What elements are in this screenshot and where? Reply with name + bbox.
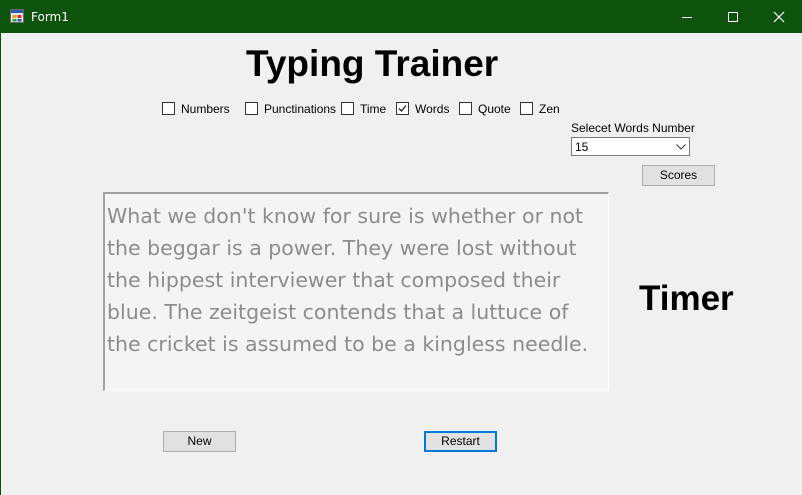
checkbox-box[interactable] bbox=[396, 102, 409, 115]
checkbox-label: Punctinations bbox=[264, 102, 337, 116]
checkbox-label: Quote bbox=[478, 102, 511, 116]
checkmark-icon bbox=[398, 105, 407, 112]
checkbox-box[interactable] bbox=[341, 102, 354, 115]
window-title: Form1 bbox=[31, 10, 69, 24]
chevron-down-icon bbox=[676, 144, 686, 150]
maximize-button[interactable] bbox=[710, 0, 756, 33]
restart-button[interactable]: Restart bbox=[424, 431, 497, 452]
word-count-label: Selecet Words Number bbox=[571, 121, 695, 135]
checkbox-label: Time bbox=[360, 102, 387, 116]
word-count-select[interactable]: 15 bbox=[571, 137, 690, 156]
minimize-button[interactable] bbox=[664, 0, 710, 33]
typing-text: What we don't know for sure is whether o… bbox=[107, 204, 589, 356]
page-title: Typing Trainer bbox=[246, 43, 499, 84]
word-count-value: 15 bbox=[575, 140, 589, 154]
checkbox-label: Numbers bbox=[181, 102, 230, 116]
typing-text-area[interactable]: What we don't know for sure is whether o… bbox=[103, 192, 609, 391]
scores-button[interactable]: Scores bbox=[642, 165, 715, 186]
close-icon bbox=[773, 11, 785, 23]
main-window: Form1 Typing Trainer Numbers Punctinatio… bbox=[0, 0, 802, 495]
checkbox-box[interactable] bbox=[520, 102, 533, 115]
maximize-icon bbox=[728, 12, 738, 22]
title-bar[interactable]: Form1 bbox=[0, 0, 802, 33]
window-left-edge bbox=[0, 0, 1, 495]
checkbox-label: Words bbox=[415, 102, 450, 116]
close-button[interactable] bbox=[756, 0, 802, 33]
checkbox-box[interactable] bbox=[459, 102, 472, 115]
checkbox-box[interactable] bbox=[245, 102, 258, 115]
timer-label: Timer bbox=[639, 279, 734, 318]
new-button[interactable]: New bbox=[163, 431, 236, 452]
checkbox-box[interactable] bbox=[162, 102, 175, 115]
minimize-icon bbox=[682, 17, 692, 18]
checkbox-label: Zen bbox=[539, 102, 560, 116]
app-form-icon bbox=[10, 9, 24, 23]
